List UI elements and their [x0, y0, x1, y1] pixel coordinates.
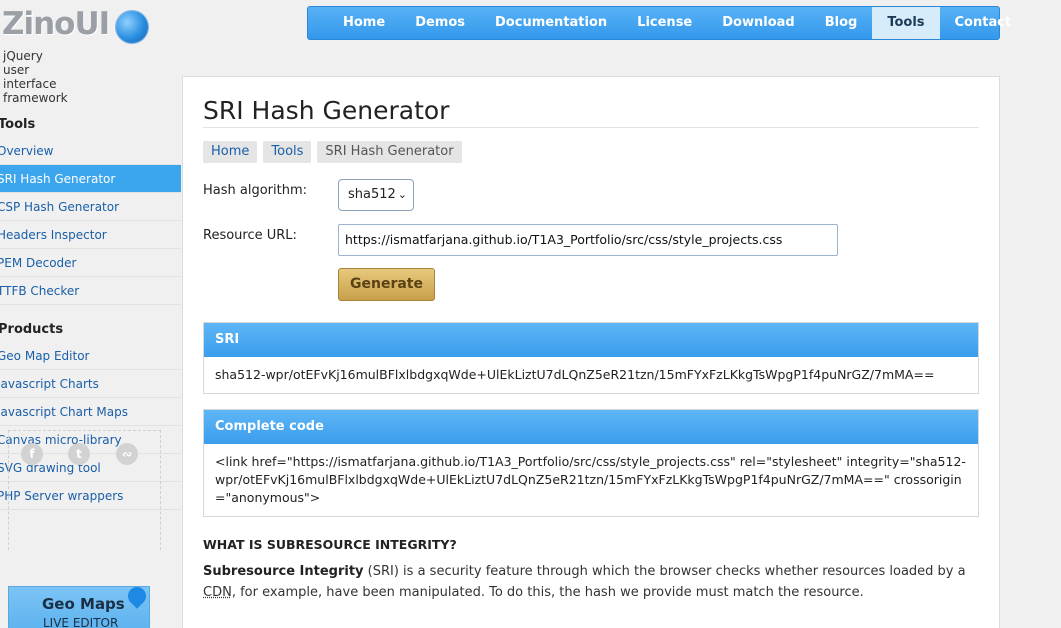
globe-icon [116, 11, 148, 43]
generate-button[interactable]: Generate [338, 268, 435, 301]
sri-description: Subresource Integrity (SRI) is a securit… [203, 561, 983, 603]
map-pin-icon [124, 583, 150, 609]
nav-documentation[interactable]: Documentation [480, 7, 622, 39]
sidebar-item-headers-inspector[interactable]: Headers Inspector [0, 221, 181, 249]
breadcrumb-home[interactable]: Home [203, 141, 258, 163]
promo-subtitle: LIVE EDITOR [43, 616, 119, 628]
breadcrumb: Home Tools SRI Hash Generator [203, 141, 462, 163]
page-title: SRI Hash Generator [203, 96, 450, 125]
complete-code-heading: Complete code [204, 410, 978, 444]
sidebar-item-overview[interactable]: Overview [0, 137, 181, 165]
breadcrumb-current: SRI Hash Generator [317, 141, 462, 163]
breadcrumb-tools[interactable]: Tools [263, 141, 312, 163]
hash-algorithm-value: sha512 [348, 187, 396, 202]
geo-maps-promo[interactable]: Geo Maps LIVE EDITOR [8, 583, 150, 628]
nav-contact[interactable]: Contact [940, 7, 1027, 39]
complete-code-box: Complete code <link href="https://ismatf… [203, 409, 979, 517]
sidebar-item-javascript-chart-maps[interactable]: Javascript Chart Maps [0, 398, 181, 426]
sri-description-part2: , for example, have been manipulated. To… [231, 585, 864, 600]
sidebar-item-pem-decoder[interactable]: PEM Decoder [0, 249, 181, 277]
resource-url-input[interactable]: https://ismatfarjana.github.io/T1A3_Port… [338, 224, 838, 256]
sidebar-heading-products: Products [0, 322, 64, 337]
nav-tools[interactable]: Tools [872, 7, 940, 39]
rss-icon[interactable]: ∾ [116, 443, 138, 465]
sri-description-part1: (SRI) is a security feature through whic… [363, 564, 966, 579]
sidebar-item-geo-map-editor[interactable]: Geo Map Editor [0, 342, 181, 370]
nav-home[interactable]: Home [328, 7, 400, 39]
main-panel: SRI Hash Generator Home Tools SRI Hash G… [182, 76, 1000, 628]
nav-blog[interactable]: Blog [810, 7, 873, 39]
title-divider [203, 127, 979, 128]
sri-output[interactable]: sha512-wpr/otEFvKj16mulBFlxlbdgxqWde+UlE… [204, 357, 978, 393]
twitter-icon[interactable]: t [68, 443, 90, 465]
hash-algorithm-select[interactable]: sha512 ⌄ [338, 179, 414, 211]
what-is-sri-heading: WHAT IS SUBRESOURCE INTEGRITY? [203, 537, 457, 552]
complete-code-output[interactable]: <link href="https://ismatfarjana.github.… [204, 444, 978, 516]
cdn-abbr: CDN [203, 585, 232, 600]
logo-text: ZinoUI [2, 6, 110, 42]
sidebar-item-csp-hash-generator[interactable]: CSP Hash Generator [0, 193, 181, 221]
sri-description-term: Subresource Integrity [203, 564, 364, 579]
sidebar-item-sri-hash-generator[interactable]: SRI Hash Generator [0, 165, 181, 193]
resource-url-label: Resource URL: [203, 228, 297, 243]
sri-box: SRI sha512-wpr/otEFvKj16mulBFlxlbdgxqWde… [203, 322, 979, 394]
chevron-down-icon: ⌄ [397, 188, 407, 201]
nav-license[interactable]: License [622, 7, 707, 39]
nav-demos[interactable]: Demos [400, 7, 480, 39]
sidebar-item-javascript-charts[interactable]: Javascript Charts [0, 370, 181, 398]
nav-download[interactable]: Download [707, 7, 809, 39]
sidebar-item-ttfb-checker[interactable]: TTFB Checker [0, 277, 181, 305]
tagline: jQuery user interface framework [3, 49, 68, 105]
social-box: f t ∾ [8, 430, 161, 550]
main-nav: Home Demos Documentation License Downloa… [307, 6, 1011, 40]
hash-algorithm-label: Hash algorithm: [203, 183, 308, 198]
promo-title: Geo Maps [42, 595, 125, 613]
facebook-icon[interactable]: f [21, 443, 43, 465]
sidebar-heading-tools: Tools [0, 117, 36, 132]
sri-heading: SRI [204, 323, 978, 357]
